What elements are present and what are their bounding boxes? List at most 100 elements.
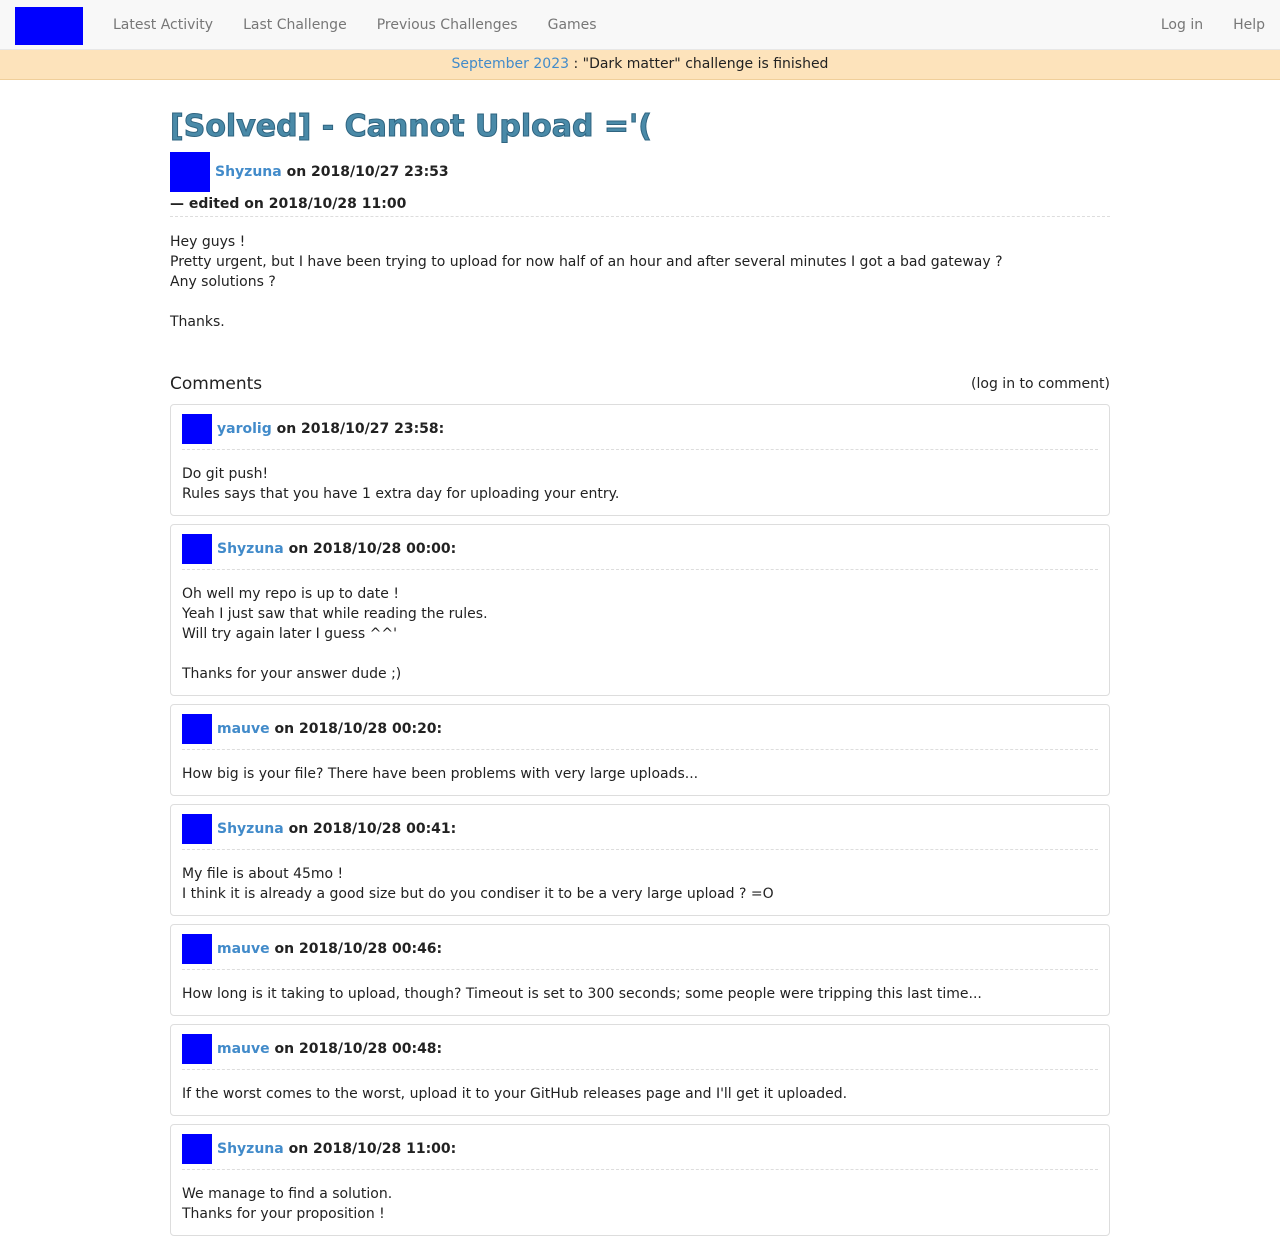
post-body-line: Any solutions ? (170, 274, 276, 290)
avatar (182, 714, 212, 744)
post-body-line: Thanks. (170, 314, 225, 330)
comment-header: mauve on 2018/10/28 00:20: (182, 714, 1098, 744)
comment-body-line: Do git push! (182, 466, 269, 482)
comment: mauve on 2018/10/28 00:20: How big is you… (170, 704, 1110, 796)
comment-date: on 2018/10/28 00:20: (269, 721, 443, 737)
comment-body: If the worst comes to the worst, upload … (182, 1084, 1098, 1104)
comment-date: on 2018/10/28 00:41: (283, 821, 457, 837)
comment-body-line: Thanks for your answer dude ;) (182, 666, 402, 682)
post-body-line: Pretty urgent, but I have been trying to… (170, 254, 1003, 270)
post-edited-note: — edited on 2018/10/28 11:00 (170, 192, 1110, 217)
comment: Shyzuna on 2018/10/28 11:00: We manage to… (170, 1124, 1110, 1236)
post-author-link[interactable]: Shyzuna (215, 164, 282, 180)
comment-body-line: We manage to find a solution. (182, 1186, 393, 1202)
comment: Shyzuna on 2018/10/28 00:41: My file is a… (170, 804, 1110, 916)
comment-byline: yarolig on 2018/10/27 23:58: (217, 421, 444, 437)
avatar (182, 1134, 212, 1164)
comment-divider (182, 849, 1098, 850)
comment-byline: Shyzuna on 2018/10/28 00:41: (217, 821, 456, 837)
post-byline: Shyzuna on 2018/10/27 23:53 (215, 164, 449, 180)
main-content: [Solved] - Cannot Upload ='( Shyzuna on … (170, 80, 1110, 1236)
comment-body: My file is about 45mo ! I think it is alr… (182, 864, 1098, 904)
comment-date: on 2018/10/28 00:46: (269, 941, 443, 957)
site-logo[interactable] (15, 7, 83, 45)
announcement-text: : "Dark matter" challenge is finished (569, 56, 829, 72)
post-body-line (170, 292, 1110, 312)
comment-body-line: If the worst comes to the worst, upload … (182, 1086, 848, 1102)
comment-body-line: I think it is already a good size but do… (182, 886, 774, 902)
comment-header: Shyzuna on 2018/10/28 00:41: (182, 814, 1098, 844)
comment-divider (182, 569, 1098, 570)
avatar (182, 934, 212, 964)
comment-date: on 2018/10/28 00:48: (269, 1041, 443, 1057)
comment-author-link[interactable]: mauve (217, 1041, 270, 1057)
comment-author-link[interactable]: yarolig (217, 421, 272, 437)
nav-latest-activity[interactable]: Latest Activity (98, 0, 228, 50)
comment-body: How long is it taking to upload, though?… (182, 984, 1098, 1004)
nav-help[interactable]: Help (1218, 0, 1280, 50)
comment: yarolig on 2018/10/27 23:58: Do git push!… (170, 404, 1110, 516)
comment-body-line: Rules says that you have 1 extra day for… (182, 486, 620, 502)
avatar (182, 814, 212, 844)
nav-games[interactable]: Games (533, 0, 612, 50)
comment-date: on 2018/10/27 23:58: (271, 421, 445, 437)
comment-body-line: How long is it taking to upload, though?… (182, 986, 982, 1002)
nav-last-challenge[interactable]: Last Challenge (228, 0, 362, 50)
comment: mauve on 2018/10/28 00:46: How long is it… (170, 924, 1110, 1016)
comment-author-link[interactable]: mauve (217, 941, 270, 957)
login-to-comment-note: (log in to comment) (971, 376, 1110, 392)
announcement-link[interactable]: September 2023 (452, 56, 569, 72)
avatar (182, 414, 212, 444)
comment: mauve on 2018/10/28 00:48: If the worst c… (170, 1024, 1110, 1116)
comment-byline: Shyzuna on 2018/10/28 11:00: (217, 1141, 456, 1157)
main-nav: Latest Activity Last Challenge Previous … (98, 0, 612, 50)
comments-title: Comments (170, 374, 263, 394)
avatar (182, 534, 212, 564)
comment-divider (182, 1169, 1098, 1170)
comment-header: Shyzuna on 2018/10/28 11:00: (182, 1134, 1098, 1164)
user-nav: Log in Help (1146, 0, 1280, 50)
comment-author-link[interactable]: Shyzuna (217, 541, 284, 557)
comment-body: We manage to find a solution. Thanks for … (182, 1184, 1098, 1224)
comment-author-link[interactable]: Shyzuna (217, 1141, 284, 1157)
comment-divider (182, 1069, 1098, 1070)
announcement-bar: September 2023 : "Dark matter" challenge… (0, 50, 1280, 80)
comment-body-line (182, 644, 1098, 664)
comment-header: mauve on 2018/10/28 00:48: (182, 1034, 1098, 1064)
comment-author-link[interactable]: Shyzuna (217, 821, 284, 837)
comment-byline: mauve on 2018/10/28 00:20: (217, 721, 442, 737)
post-body: Hey guys ! Pretty urgent, but I have been… (170, 232, 1110, 332)
nav-previous-challenges[interactable]: Previous Challenges (362, 0, 533, 50)
comment-body: Oh well my repo is up to date ! Yeah I ju… (182, 584, 1098, 684)
post-meta: Shyzuna on 2018/10/27 23:53 (170, 152, 1110, 192)
top-navbar: Latest Activity Last Challenge Previous … (0, 0, 1280, 50)
comment-header: yarolig on 2018/10/27 23:58: (182, 414, 1098, 444)
nav-log-in[interactable]: Log in (1146, 0, 1218, 50)
post-date: on 2018/10/27 23:53 (281, 164, 449, 180)
comment-byline: mauve on 2018/10/28 00:46: (217, 941, 442, 957)
comment-body-line: Oh well my repo is up to date ! (182, 586, 399, 602)
comment-divider (182, 449, 1098, 450)
comments-list: yarolig on 2018/10/27 23:58: Do git push!… (170, 404, 1110, 1236)
comment-header: Shyzuna on 2018/10/28 00:00: (182, 534, 1098, 564)
comment-body-line: My file is about 45mo ! (182, 866, 344, 882)
avatar (182, 1034, 212, 1064)
comment-divider (182, 969, 1098, 970)
comment-date: on 2018/10/28 11:00: (283, 1141, 457, 1157)
comment-body: Do git push! Rules says that you have 1 e… (182, 464, 1098, 504)
comment-body-line: How big is your file? There have been pr… (182, 766, 699, 782)
comment-byline: Shyzuna on 2018/10/28 00:00: (217, 541, 456, 557)
comment-body: How big is your file? There have been pr… (182, 764, 1098, 784)
avatar (170, 152, 210, 192)
comment-body-line: Will try again later I guess ^^' (182, 626, 397, 642)
post-title: [Solved] - Cannot Upload ='( (170, 109, 653, 145)
comment-author-link[interactable]: mauve (217, 721, 270, 737)
comment-body-line: Thanks for your proposition ! (182, 1206, 385, 1222)
post-body-line: Hey guys ! (170, 234, 246, 250)
comment: Shyzuna on 2018/10/28 00:00: Oh well my r… (170, 524, 1110, 696)
comment-byline: mauve on 2018/10/28 00:48: (217, 1041, 442, 1057)
comment-body-line: Yeah I just saw that while reading the r… (182, 606, 488, 622)
comment-header: mauve on 2018/10/28 00:46: (182, 934, 1098, 964)
comment-date: on 2018/10/28 00:00: (283, 541, 457, 557)
comments-header: Comments (log in to comment) (170, 372, 1110, 396)
